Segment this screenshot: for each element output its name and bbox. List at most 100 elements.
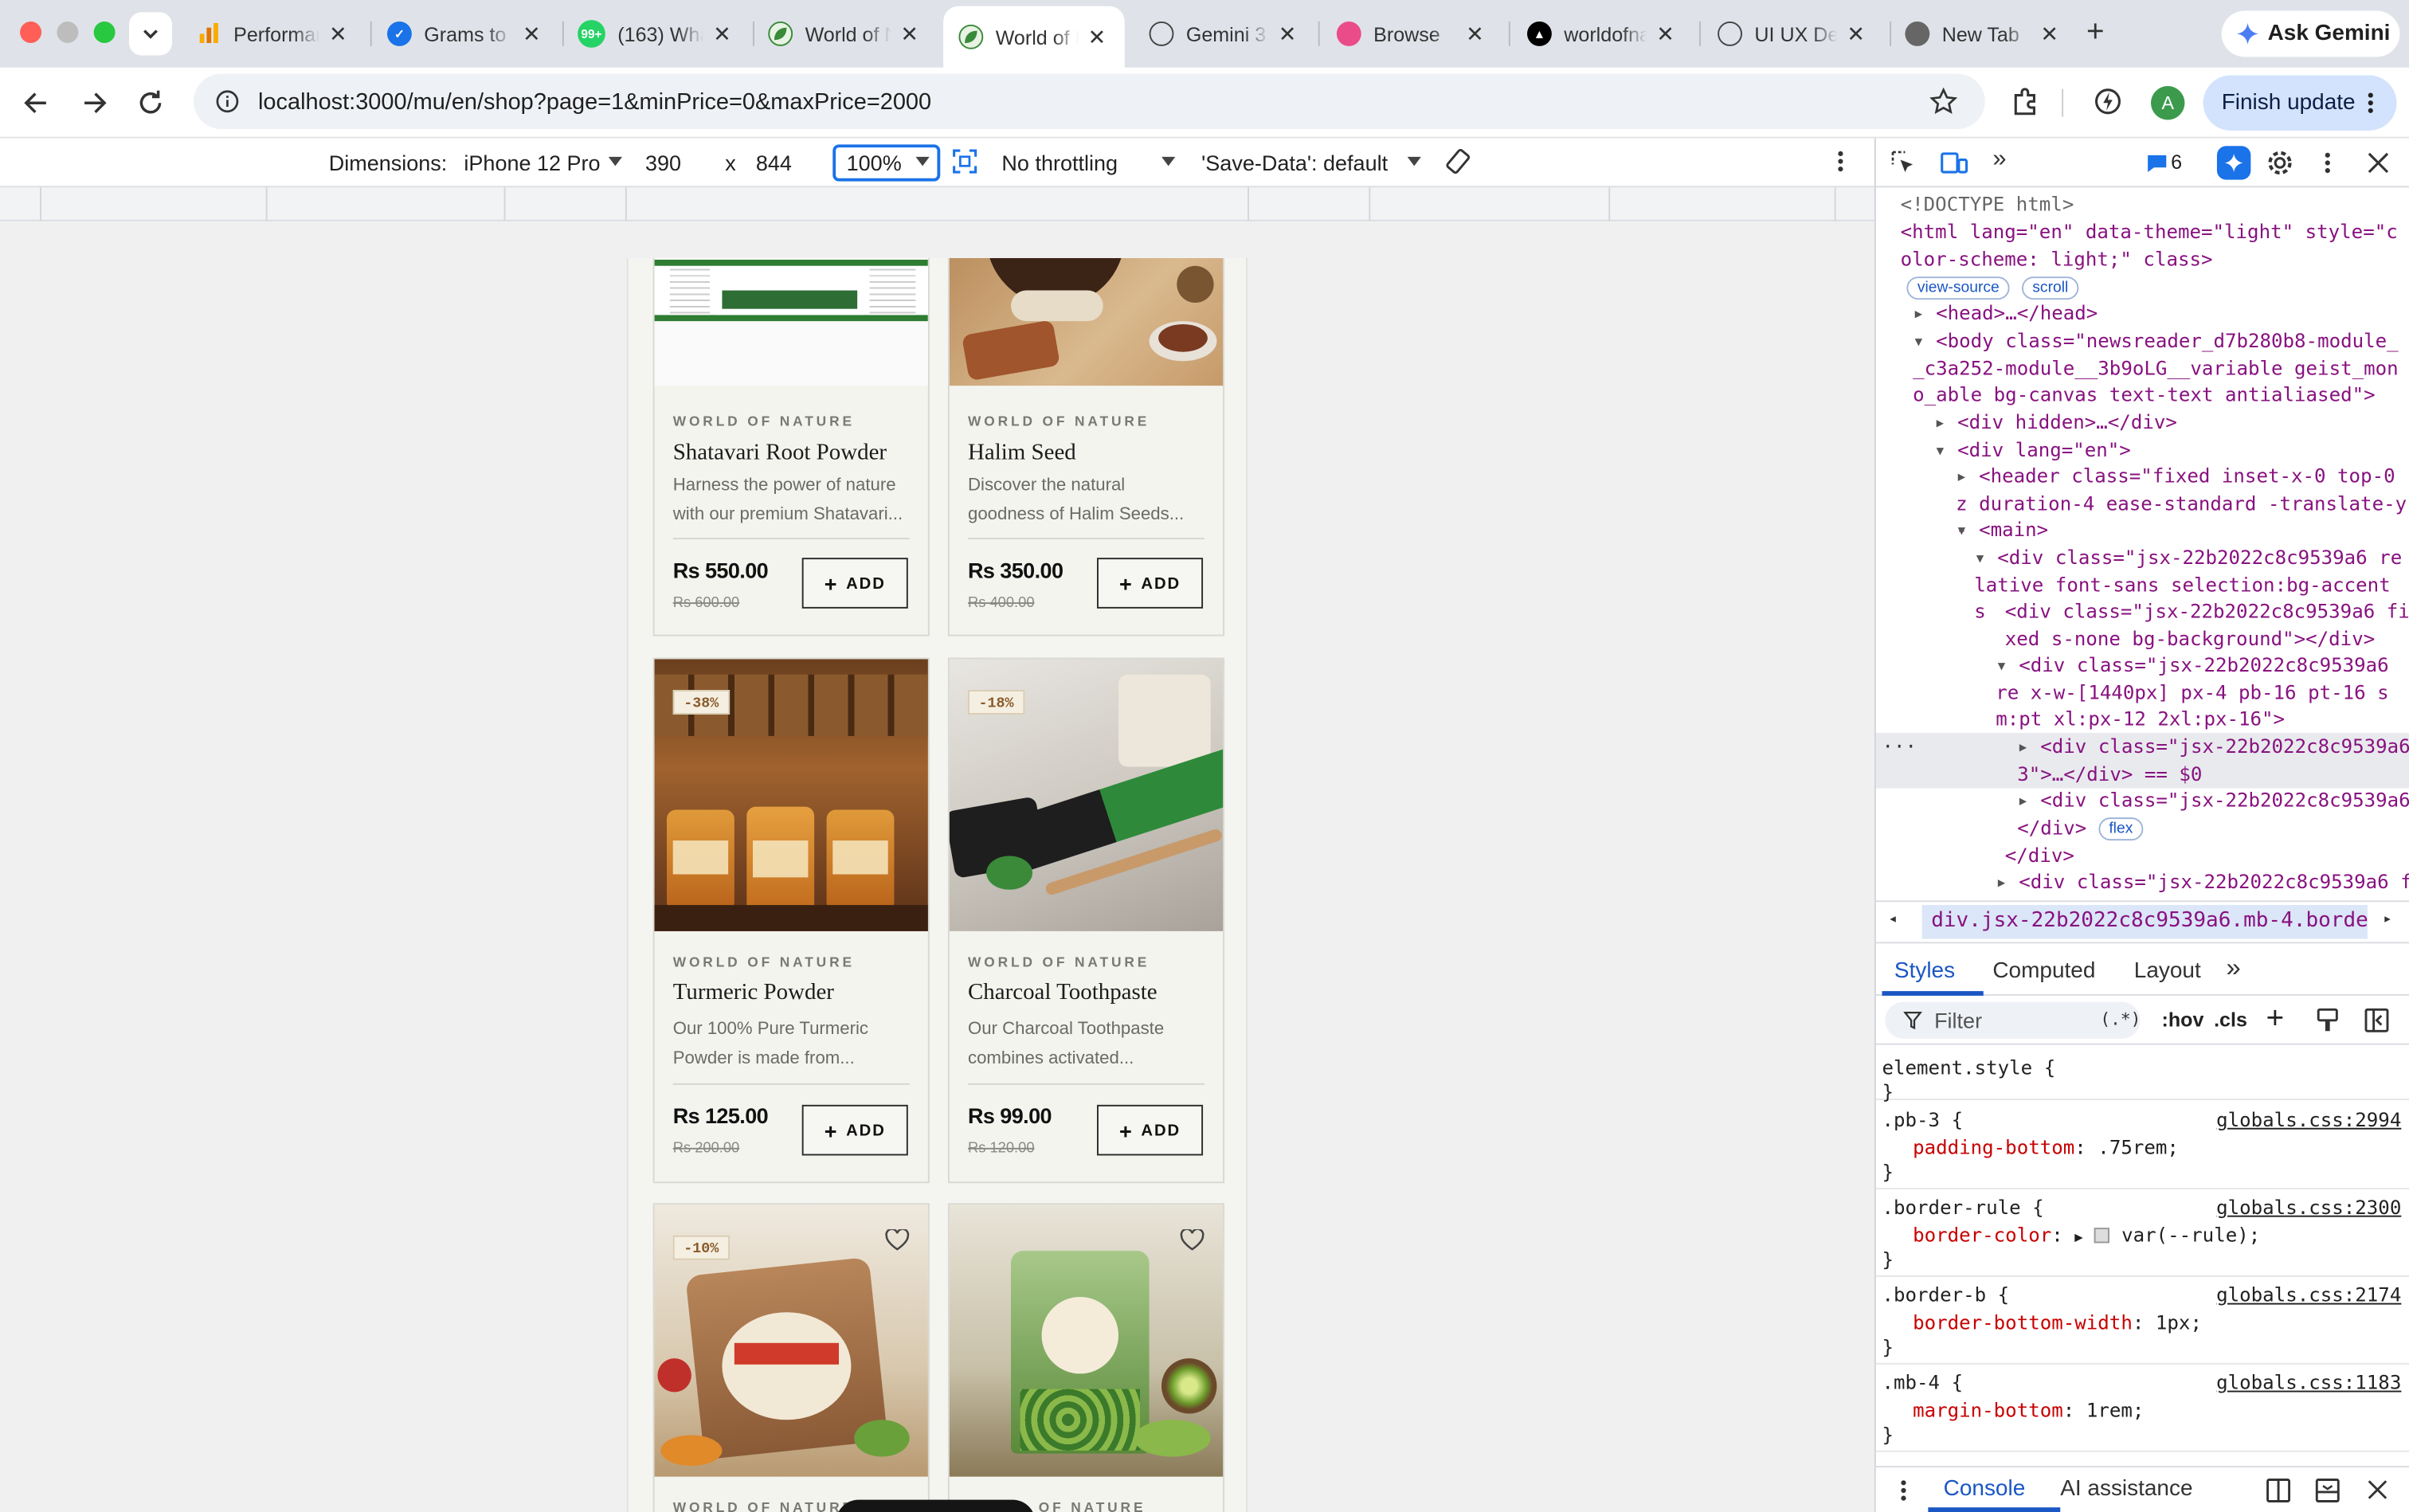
tab-ai-assistance[interactable]: AI assistance xyxy=(2060,1477,2192,1502)
back-icon[interactable] xyxy=(22,88,53,119)
product-name[interactable]: Shatavari Root Powder xyxy=(673,441,887,468)
css-declaration[interactable]: border-bottom-width: 1px; xyxy=(1913,1309,2202,1337)
tree-node[interactable]: ▸ <div class="jsx-22b2022c8c9539a6 f xyxy=(1996,868,2409,895)
ask-gemini-button[interactable]: Ask Gemini xyxy=(2221,10,2400,57)
rule-source-link[interactable]: globals.css:2994 xyxy=(2216,1107,2401,1134)
device-select[interactable]: iPhone 12 Pro xyxy=(464,151,600,175)
inspect-element-icon[interactable] xyxy=(1891,151,1916,175)
product-name[interactable]: Halim Seed xyxy=(968,441,1076,468)
css-declaration[interactable]: border-color: ▶ var(--rule); xyxy=(1913,1221,2260,1252)
tab-console[interactable]: Console xyxy=(1944,1477,2026,1502)
hover-state-toggle[interactable]: :hov xyxy=(2161,1008,2203,1031)
add-to-cart-button[interactable]: + ADD xyxy=(1096,1104,1204,1156)
product-name[interactable]: Charcoal Toothpaste xyxy=(968,981,1157,1007)
reload-icon[interactable] xyxy=(135,88,166,119)
product-image[interactable] xyxy=(949,258,1224,386)
rotate-icon[interactable] xyxy=(1444,147,1472,175)
scroll-right-icon[interactable]: ▸ xyxy=(2383,911,2392,928)
tree-node[interactable]: ▸ <div hidden>…</div> xyxy=(1934,409,2177,436)
css-declaration[interactable]: padding-bottom: .75rem; xyxy=(1913,1134,2179,1161)
zoom-window-button[interactable] xyxy=(93,22,116,44)
tree-node[interactable]: ▾ <div class="jsx-22b2022c8c9539a6 re x-… xyxy=(1996,652,2409,733)
product-card[interactable]: WORLD OF NATURE Halim Seed Discover the … xyxy=(947,258,1225,637)
close-tab-icon[interactable]: ✕ xyxy=(1085,24,1110,50)
css-rule[interactable]: .pb-3 { globals.css:2994 padding-bottom:… xyxy=(1875,1103,2409,1189)
close-window-button[interactable] xyxy=(20,22,42,44)
close-tab-icon[interactable]: ✕ xyxy=(2037,21,2062,47)
performance-icon[interactable] xyxy=(2093,86,2124,117)
address-bar[interactable]: localhost:3000/mu/en/shop?page=1&minPric… xyxy=(193,73,1985,130)
product-card[interactable]: -38% WORLD OF NATURE Turmeric Powder Our… xyxy=(652,657,930,1184)
scroll-left-icon[interactable]: ◂ xyxy=(1888,911,1898,928)
floating-bar[interactable] xyxy=(836,1499,1036,1512)
site-info-icon[interactable] xyxy=(215,89,240,114)
tree-node-selected[interactable]: ▸ <div class="jsx-22b2022c8c9539a6 3">…<… xyxy=(2017,733,2409,787)
add-to-cart-button[interactable]: + ADD xyxy=(1096,558,1204,609)
close-tab-icon[interactable]: ✕ xyxy=(1843,21,1868,47)
heart-icon[interactable] xyxy=(885,1229,910,1251)
tab-grams[interactable]: ✓ Grams to ✕ xyxy=(372,10,559,59)
finish-update-button[interactable]: Finish update xyxy=(2203,75,2397,131)
close-tab-icon[interactable]: ✕ xyxy=(1463,21,1487,47)
bookmark-star-icon[interactable] xyxy=(1929,87,1957,116)
css-rule[interactable]: element.style { } xyxy=(1875,1045,2409,1103)
css-rule[interactable]: .mb-4 { globals.css:1183 margin-bottom: … xyxy=(1875,1366,2409,1452)
close-tab-icon[interactable]: ✕ xyxy=(897,21,922,47)
settings-gear-icon[interactable] xyxy=(2266,149,2294,177)
tree-node[interactable]: ▸ <head>…</head> xyxy=(1913,300,2098,327)
add-to-cart-button[interactable]: + ADD xyxy=(801,558,908,609)
width-input[interactable]: 390 xyxy=(645,151,681,175)
product-card[interactable]: -18% WORLD OF NATURE Charcoal Toothpaste… xyxy=(947,657,1225,1184)
tab-world-of-nature-active[interactable]: World of Nature ✕ xyxy=(943,6,1125,68)
tab-computed[interactable]: Computed xyxy=(1992,959,2095,984)
dock-side-icon[interactable] xyxy=(2266,1479,2291,1503)
regex-icon[interactable]: (.*) xyxy=(2100,1009,2141,1029)
heart-icon[interactable] xyxy=(1180,1229,1204,1251)
height-input[interactable]: 844 xyxy=(756,151,792,175)
rule-source-link[interactable]: globals.css:2174 xyxy=(2216,1282,2401,1310)
tab-ui-ux[interactable]: UI UX Design ✕ xyxy=(1702,10,1884,59)
add-to-cart-button[interactable]: + ADD xyxy=(801,1104,908,1156)
product-card[interactable]: -10% WORLD OF NATURE xyxy=(652,1203,930,1512)
product-image[interactable] xyxy=(654,258,928,386)
close-tab-icon[interactable]: ✕ xyxy=(710,21,734,47)
tree-node[interactable]: <!DOCTYPE html> xyxy=(1901,190,2074,217)
more-vertical-icon[interactable] xyxy=(1901,1479,1907,1501)
class-toggle[interactable]: .cls xyxy=(2214,1008,2247,1031)
tree-node[interactable]: ▾ <body class="newsreader_d7b280b8-modul… xyxy=(1913,327,2407,409)
tree-node[interactable]: ▾ <div lang="en"> xyxy=(1934,437,2131,464)
new-rule-icon[interactable]: + xyxy=(2266,1002,2285,1037)
rule-source-link[interactable]: globals.css:2300 xyxy=(2216,1194,2401,1222)
close-drawer-icon[interactable] xyxy=(2368,1479,2387,1499)
product-name[interactable]: Turmeric Powder xyxy=(673,981,834,1007)
tab-whatsapp[interactable]: 99+ (163) WhatsApp ✕ xyxy=(562,10,750,59)
more-vertical-icon[interactable] xyxy=(1838,151,1844,172)
new-tab-button[interactable]: + xyxy=(2086,17,2105,48)
rule-source-link[interactable]: globals.css:1183 xyxy=(2216,1369,2401,1397)
tab-browse[interactable]: Browse ✕ xyxy=(1322,10,1503,59)
more-tabs-icon[interactable]: » xyxy=(2226,953,2240,984)
tree-node[interactable]: <div class="jsx-22b2022c8c9539a6 fixed s… xyxy=(2005,597,2409,652)
view-source-badge[interactable]: view-source xyxy=(1906,276,2011,300)
paint-brush-icon[interactable] xyxy=(2315,1008,2340,1032)
minimize-window-button[interactable] xyxy=(57,22,79,44)
tab-world-of-nature[interactable]: World of Nature ✕ xyxy=(753,10,937,59)
close-icon[interactable] xyxy=(2368,152,2389,174)
tree-node[interactable]: <html lang="en" data-theme="light" style… xyxy=(1901,218,2407,272)
device-toggle-icon[interactable] xyxy=(1941,151,1968,175)
flex-badge[interactable]: flex xyxy=(2098,817,2144,840)
more-panels-icon[interactable]: » xyxy=(1992,146,2006,174)
ellipsis-icon[interactable]: ··· xyxy=(1882,733,1917,760)
product-card[interactable]: WORLD OF NATURE Shatavari Root Powder Ha… xyxy=(652,258,930,637)
breadcrumb[interactable]: div.jsx-22b2022c8c9539a6.mb-4.border-b. xyxy=(1921,905,2368,939)
tree-node[interactable]: </div> xyxy=(2005,842,2074,869)
close-tab-icon[interactable]: ✕ xyxy=(1653,21,1678,47)
close-tab-icon[interactable]: ✕ xyxy=(326,21,351,47)
product-card[interactable]: OF NATURE xyxy=(947,1203,1225,1512)
sidebar-toggle-icon[interactable] xyxy=(2364,1008,2389,1032)
issues-icon[interactable] xyxy=(2146,154,2168,173)
issues-count[interactable]: 6 xyxy=(2171,151,2182,174)
tab-layout[interactable]: Layout xyxy=(2134,959,2201,984)
dock-bottom-icon[interactable] xyxy=(2315,1479,2340,1503)
tab-search-button[interactable] xyxy=(128,12,172,56)
